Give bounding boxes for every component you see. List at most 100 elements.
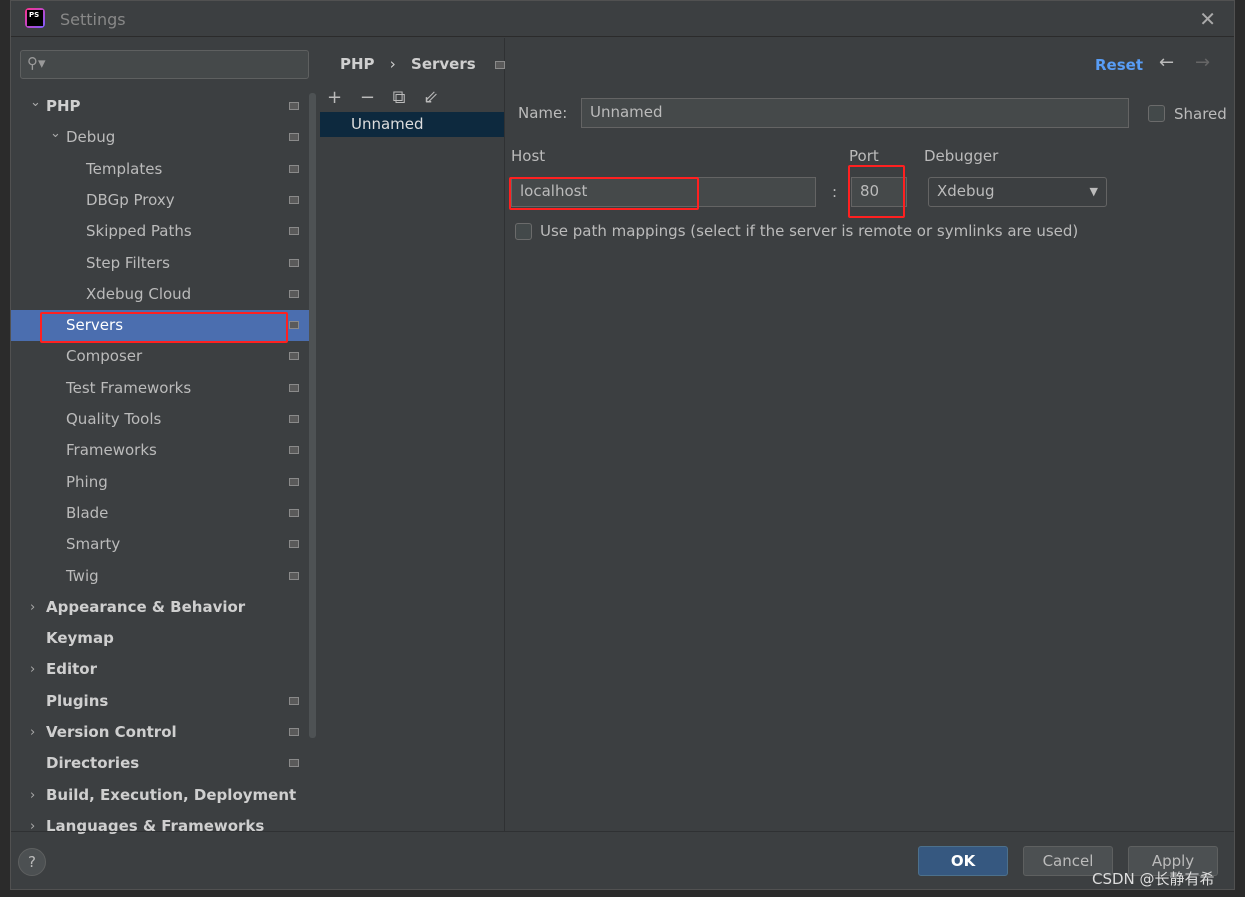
path-mappings-checkbox[interactable] [515,223,532,240]
sidebar-item-label: Frameworks [66,441,157,460]
project-scope-icon [289,508,299,517]
sidebar-item[interactable]: ⌄ Debug [11,122,311,153]
project-scope-icon [289,352,299,361]
project-scope-icon [289,258,299,267]
sidebar-item[interactable]: Directories [11,748,311,779]
sidebar-item[interactable]: Xdebug Cloud [11,279,311,310]
project-scope-icon [289,571,299,580]
project-scope-icon [494,61,505,69]
sidebar-item[interactable]: DBGp Proxy [11,185,311,216]
back-arrow-icon[interactable]: ← [1159,52,1174,73]
sidebar-item[interactable]: Plugins [11,686,311,717]
project-scope-icon [289,696,299,705]
sidebar-item[interactable]: › Editor [11,654,311,685]
project-scope-icon [289,728,299,736]
sidebar-item[interactable]: Quality Tools [11,404,311,435]
settings-dialog: PS Settings ✕ ⚲▾ ⌄ PHP ⌄ Debug Templates DBGp… [10,0,1235,890]
project-scope-icon [289,540,299,549]
port-label: Port [849,147,879,165]
sidebar-item-label: Blade [66,503,109,522]
sidebar-item-label: Editor [46,660,97,679]
sidebar-item[interactable]: Keymap [11,623,311,654]
highlight-port [848,165,905,218]
chevron-right-icon[interactable]: › [30,780,35,811]
window-title: Settings [60,10,126,29]
project-scope-icon [289,477,299,486]
sidebar-item-label: Test Frameworks [66,378,192,397]
sidebar-item[interactable]: Templates [11,154,311,185]
servers-list-panel [320,38,505,831]
servers-toolbar: + − ⧉ ⇙ [327,87,444,108]
highlight-host [509,177,699,210]
chevron-right-icon[interactable]: › [30,717,35,748]
project-scope-icon [289,195,299,204]
close-icon[interactable]: ✕ [1199,7,1216,31]
project-scope-icon [289,289,299,298]
chevron-down-icon[interactable]: ⌄ [30,87,41,118]
name-label: Name: [518,104,568,122]
phpstorm-logo-icon: PS [25,8,45,28]
host-label: Host [511,147,546,165]
project-scope-icon [289,321,299,330]
sidebar-scrollbar[interactable] [309,93,316,738]
sidebar-item[interactable]: Twig [11,561,311,592]
debugger-label: Debugger [924,147,999,165]
sidebar-item[interactable]: Blade [11,498,311,529]
chevron-down-icon: ▼ [1089,185,1098,198]
help-button[interactable]: ? [18,848,46,876]
name-field[interactable]: Unnamed [581,98,1129,128]
project-scope-icon [289,415,299,423]
sidebar-item[interactable]: Skipped Paths [11,216,311,247]
project-scope-icon [289,164,299,173]
sidebar-item-label: Twig [66,566,99,585]
sidebar-item-label: DBGp Proxy [86,190,175,209]
copy-icon[interactable]: ⧉ [393,87,412,108]
title-bar: PS Settings ✕ [11,1,1234,37]
remove-icon[interactable]: − [360,87,381,108]
sidebar-item-label: Skipped Paths [86,222,192,241]
sidebar-item[interactable]: Composer [11,341,311,372]
project-scope-icon [289,102,299,110]
shared-checkbox[interactable] [1148,105,1165,122]
reset-link[interactable]: Reset [1095,56,1143,74]
sidebar-item-label: Composer [66,347,143,366]
sidebar-item[interactable]: › Build, Execution, Deployment [11,780,311,811]
ok-button[interactable]: OK [918,846,1008,876]
sidebar-item[interactable]: › Version Control [11,717,311,748]
project-scope-icon [289,133,299,142]
debugger-select[interactable]: Xdebug ▼ [928,177,1107,207]
sidebar-item[interactable]: Test Frameworks [11,373,311,404]
sidebar-item-label: Directories [46,754,140,773]
sidebar-item-label: Version Control [46,723,177,741]
server-list-item[interactable]: Unnamed [320,112,504,137]
project-scope-icon [289,446,299,455]
highlight-servers [40,312,288,343]
sidebar-item[interactable]: Smarty [11,529,311,560]
search-input[interactable]: ⚲▾ [20,50,309,79]
import-icon[interactable]: ⇙ [423,87,444,108]
chevron-right-icon[interactable]: › [30,654,35,685]
sidebar-item-label: Templates [86,159,163,178]
sidebar-item-label: Plugins [46,691,109,710]
sidebar-item-label: Debug [66,128,116,147]
add-icon[interactable]: + [327,87,348,108]
forward-arrow-icon[interactable]: → [1195,52,1210,73]
chevron-down-icon[interactable]: ⌄ [50,118,61,149]
shared-label: Shared [1174,105,1227,123]
project-scope-icon [289,759,299,768]
sidebar-item-label: Step Filters [86,253,170,272]
breadcrumb-php[interactable]: PHP [340,55,375,73]
debugger-value: Xdebug [937,182,995,200]
chevron-right-icon[interactable]: › [30,592,35,623]
sidebar-item[interactable]: Frameworks [11,435,311,466]
sidebar-item-label: Keymap [46,629,114,648]
sidebar-item[interactable]: Step Filters [11,248,311,279]
path-mappings-label: Use path mappings (select if the server … [540,222,1079,240]
sidebar-item-label: Quality Tools [66,410,162,428]
sidebar-item[interactable]: › Appearance & Behavior [11,592,311,623]
search-icon: ⚲▾ [27,54,46,72]
sidebar-item-label: Build, Execution, Deployment [46,785,297,804]
sidebar-item[interactable]: Phing [11,467,311,498]
breadcrumb: PHP › Servers [340,55,505,73]
breadcrumb-separator: › [389,55,396,73]
